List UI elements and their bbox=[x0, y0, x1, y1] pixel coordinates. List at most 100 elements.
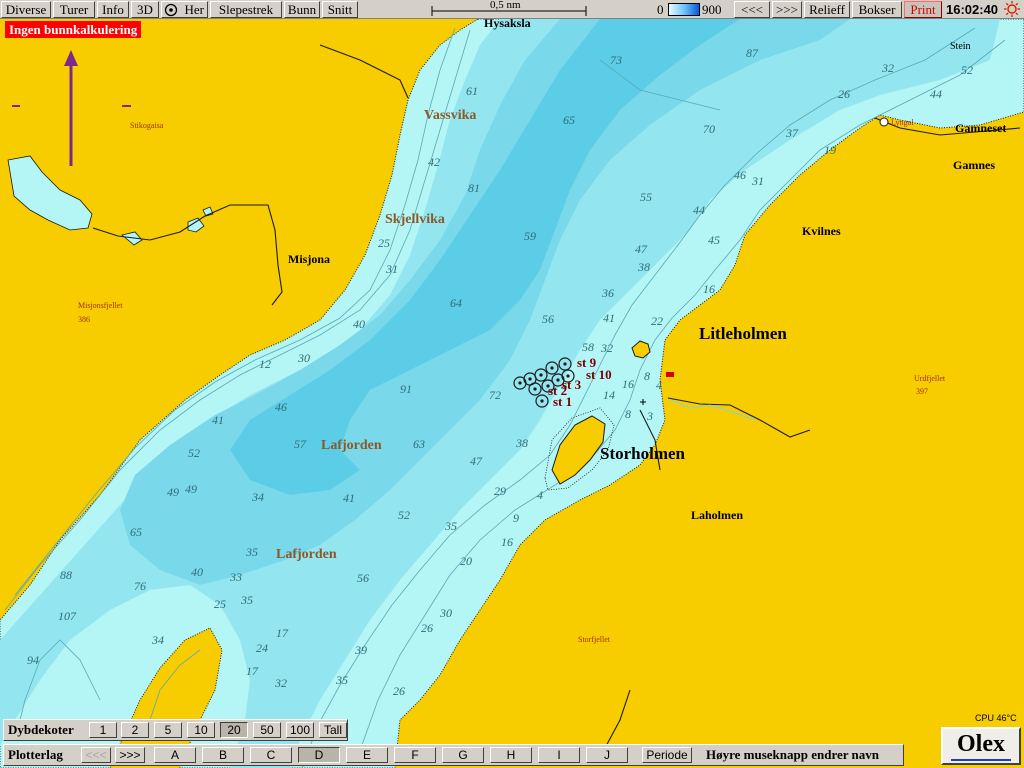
plotterlag-label: Plotterlag bbox=[8, 747, 63, 762]
diverse-button[interactable]: Diverse bbox=[1, 1, 51, 18]
slepestrek-button[interactable]: Slepestrek bbox=[210, 1, 282, 18]
depth-label: 47 bbox=[470, 454, 482, 468]
depth-label: 49 bbox=[185, 482, 197, 496]
layer-i-button[interactable]: I bbox=[538, 747, 580, 763]
contour-100-button[interactable]: 100 bbox=[286, 722, 314, 738]
depth-label: 46 bbox=[275, 400, 287, 414]
her-button[interactable]: Her bbox=[161, 1, 208, 18]
depth-label: 17 bbox=[276, 626, 288, 640]
place-misjonsfjellet-height: 386 bbox=[78, 315, 90, 324]
layer-g-button[interactable]: G bbox=[442, 747, 484, 763]
depth-label: 17 bbox=[246, 664, 258, 678]
depth-label: 46 bbox=[734, 168, 746, 182]
layer-next-button[interactable]: >>> bbox=[115, 747, 145, 763]
depth-label: 40 bbox=[191, 565, 203, 579]
depth-label: 33 bbox=[230, 570, 242, 584]
nav-back-button[interactable]: <<< bbox=[734, 1, 770, 18]
sun-icon[interactable] bbox=[1003, 0, 1021, 18]
station-label-1: st 1 bbox=[553, 394, 573, 409]
olex-logo[interactable]: Olex bbox=[941, 727, 1021, 765]
depth-label: 47 bbox=[635, 242, 647, 256]
depth-label: 8 bbox=[644, 369, 650, 383]
layer-h-button[interactable]: H bbox=[490, 747, 532, 763]
bunn-button[interactable]: Bunn bbox=[284, 1, 320, 18]
snitt-button[interactable]: Snitt bbox=[322, 1, 358, 18]
depth-label: 56 bbox=[542, 312, 554, 326]
depth-label: 63 bbox=[413, 437, 425, 451]
chart-map[interactable] bbox=[0, 19, 1024, 768]
depth-label: 16 bbox=[622, 377, 634, 391]
contour-tall-button[interactable]: Tall bbox=[319, 722, 347, 738]
depth-label: 57 bbox=[294, 437, 306, 451]
olex-logo-underline bbox=[951, 759, 1011, 761]
depth-label: 42 bbox=[428, 155, 440, 169]
depth-label: 30 bbox=[298, 351, 310, 365]
depth-label: 9 bbox=[513, 511, 519, 525]
depth-label: 73 bbox=[610, 53, 622, 67]
periode-button[interactable]: Periode bbox=[642, 747, 692, 763]
nav-forward-button[interactable]: >>> bbox=[772, 1, 802, 18]
info-button[interactable]: Info bbox=[97, 1, 129, 18]
layer-a-button[interactable]: A bbox=[154, 747, 196, 763]
depth-label: 65 bbox=[563, 113, 575, 127]
rename-hint: Høyre museknapp endrer navn bbox=[706, 747, 880, 762]
depth-label: 14 bbox=[603, 388, 615, 402]
place-misjona: Misjona bbox=[288, 252, 330, 266]
layer-f-button[interactable]: F bbox=[394, 747, 436, 763]
depth-label: 25 bbox=[214, 597, 226, 611]
turer-button[interactable]: Turer bbox=[53, 1, 95, 18]
depth-label: 38 bbox=[516, 436, 528, 450]
layer-d-button[interactable]: D bbox=[298, 747, 340, 763]
depth-label: 44 bbox=[693, 203, 705, 217]
depth-label: 52 bbox=[961, 63, 973, 77]
depth-label: 35 bbox=[445, 519, 457, 533]
depth-label: 91 bbox=[400, 382, 412, 396]
layer-c-button[interactable]: C bbox=[250, 747, 292, 763]
depth-label: 35 bbox=[241, 593, 253, 607]
place-vassvika: Vassvika bbox=[424, 108, 477, 123]
contour-2-button[interactable]: 2 bbox=[121, 722, 149, 738]
place-urdfjellet-height: 397 bbox=[916, 387, 928, 396]
depth-label: 19 bbox=[824, 143, 836, 157]
depth-label: 36 bbox=[602, 286, 614, 300]
place-skjellvika: Skjellvika bbox=[385, 212, 445, 227]
place-lyngol: Lyngol bbox=[891, 118, 914, 127]
contour-50-button[interactable]: 50 bbox=[253, 722, 281, 738]
layer-j-button[interactable]: J bbox=[586, 747, 628, 763]
depth-label: 107 bbox=[58, 609, 76, 623]
depth-label: 32 bbox=[275, 676, 287, 690]
place-kvilnes: Kvilnes bbox=[802, 224, 841, 238]
place-gamneset: Gamneset bbox=[955, 121, 1007, 135]
contour-20-button[interactable]: 20 bbox=[220, 722, 248, 738]
depth-label: 8 bbox=[625, 407, 631, 421]
depth-label: 56 bbox=[357, 571, 369, 585]
depth-label: 32 bbox=[601, 341, 613, 355]
olex-logo-text: Olex bbox=[957, 731, 1005, 757]
contour-10-button[interactable]: 10 bbox=[187, 722, 215, 738]
map-canvas[interactable] bbox=[0, 19, 1024, 768]
depth-label: 39 bbox=[355, 643, 367, 657]
depth-label: 52 bbox=[188, 446, 200, 460]
depth-label: 40 bbox=[353, 317, 365, 331]
place-lafjorden-1: Lafjorden bbox=[321, 438, 382, 453]
relieff-button[interactable]: Relieff bbox=[804, 1, 850, 18]
depth-scale-max: 900 bbox=[702, 2, 722, 17]
depth-label: 49 bbox=[167, 485, 179, 499]
target-icon bbox=[164, 3, 178, 17]
contour-5-button[interactable]: 5 bbox=[154, 722, 182, 738]
landmark-icon bbox=[879, 117, 889, 127]
print-button[interactable]: Print bbox=[904, 1, 942, 18]
place-hysaksla: Hysaksla bbox=[484, 16, 531, 30]
depth-label: 20 bbox=[460, 554, 472, 568]
depth-label: 29 bbox=[494, 484, 506, 498]
layer-prev-button[interactable]: <<< bbox=[81, 747, 111, 763]
contour-1-button[interactable]: 1 bbox=[89, 722, 117, 738]
depth-label: 4 bbox=[537, 488, 543, 502]
layer-b-button[interactable]: B bbox=[202, 747, 244, 763]
bokser-button[interactable]: Bokser bbox=[852, 1, 902, 18]
3d-button[interactable]: 3D bbox=[131, 1, 159, 18]
layer-e-button[interactable]: E bbox=[346, 747, 388, 763]
depth-label: 3 bbox=[647, 409, 653, 423]
depth-label: 34 bbox=[252, 490, 264, 504]
depth-label: 35 bbox=[336, 673, 348, 687]
